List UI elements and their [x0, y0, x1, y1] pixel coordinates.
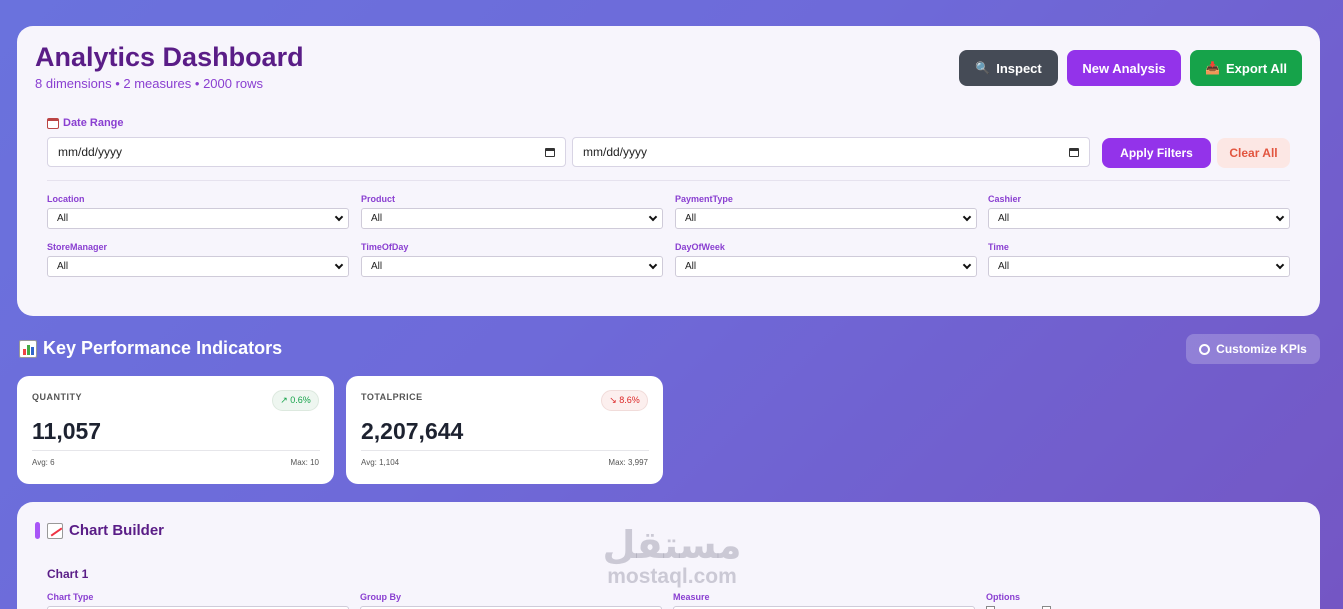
gear-icon [1199, 343, 1211, 355]
calendar-picker-icon[interactable] [1069, 147, 1079, 157]
filter-select-value: All [685, 261, 697, 272]
kpi-change-badge: ↘ 8.6% [601, 390, 648, 411]
field-label-measure: Measure [673, 592, 710, 602]
filter-label-cashier: Cashier [988, 194, 1022, 204]
start-date-input[interactable]: mm/dd/yyyy [47, 137, 566, 167]
filter-label-time: Time [988, 242, 1009, 252]
filters-panel: Analytics Dashboard 8 dimensions • 2 mea… [17, 26, 1320, 316]
watermark: مستقل mostaql.com [591, 524, 753, 588]
dataset-summary: 8 dimensions • 2 measures • 2000 rows [35, 76, 264, 91]
clear-all-button[interactable]: Clear All [1217, 138, 1290, 168]
filter-select-value: All [998, 261, 1010, 272]
field-label-chart-type: Chart Type [47, 592, 94, 602]
inspect-button-label: Inspect [996, 60, 1042, 76]
date-range-label: Date Range [47, 117, 124, 129]
filter-label-paymenttype: PaymentType [675, 194, 733, 204]
inspect-button[interactable]: 🔍 Inspect [959, 50, 1058, 86]
kpi-label: QUANTITY [32, 392, 82, 402]
chevron-down-icon [1275, 260, 1285, 270]
chart-builder-heading: Chart Builder [47, 522, 164, 539]
export-all-button[interactable]: 📥 Export All [1190, 50, 1302, 86]
filter-select-cashier[interactable]: All [988, 208, 1290, 229]
kpi-value: 2,207,644 [361, 418, 464, 444]
divider [47, 180, 1290, 181]
kpi-change-badge: ↗ 0.6% [272, 390, 319, 411]
filter-select-paymenttype[interactable]: All [675, 208, 977, 229]
kpi-avg: Avg: 1,104 [361, 458, 400, 467]
field-label-options: Options [986, 592, 1020, 602]
section-accent-bar [35, 522, 40, 539]
chevron-down-icon [648, 260, 658, 270]
calendar-picker-icon[interactable] [545, 147, 555, 157]
chart-builder-title: Chart Builder [69, 522, 165, 539]
download-tray-icon: 📥 [1205, 61, 1221, 75]
new-analysis-button[interactable]: New Analysis [1067, 50, 1181, 86]
watermark-latin: mostaql.com [607, 565, 737, 588]
filter-select-value: All [371, 213, 383, 224]
filter-select-value: All [57, 213, 69, 224]
export-all-button-label: Export All [1226, 60, 1287, 76]
filter-select-product[interactable]: All [361, 208, 663, 229]
end-date-placeholder: mm/dd/yyyy [583, 145, 648, 159]
chevron-down-icon [962, 212, 972, 222]
filter-label-timeofday: TimeOfDay [361, 242, 409, 252]
kpi-max: Max: 10 [290, 458, 319, 467]
filter-select-timeofday[interactable]: All [361, 256, 663, 277]
chart-name: Chart 1 [47, 567, 89, 581]
trending-chart-icon [47, 522, 63, 539]
chevron-down-icon [962, 260, 972, 270]
kpi-card-quantity: QUANTITY ↗ 0.6% 11,057 Avg: 6 Max: 10 [17, 376, 334, 484]
filter-label-storemanager: StoreManager [47, 242, 108, 252]
divider [361, 450, 649, 451]
customize-kpis-label: Customize KPIs [1216, 342, 1307, 356]
filter-select-value: All [998, 213, 1010, 224]
kpi-section-heading: Key Performance Indicators [19, 338, 282, 359]
filter-label-product: Product [361, 194, 396, 204]
start-date-placeholder: mm/dd/yyyy [58, 145, 123, 159]
filter-select-dayofweek[interactable]: All [675, 256, 977, 277]
bar-chart-icon [19, 339, 37, 358]
new-analysis-button-label: New Analysis [1082, 60, 1166, 76]
kpi-section-title: Key Performance Indicators [43, 338, 283, 358]
filter-select-value: All [371, 261, 383, 272]
filter-label-dayofweek: DayOfWeek [675, 242, 725, 252]
filter-select-time[interactable]: All [988, 256, 1290, 277]
filter-select-storemanager[interactable]: All [47, 256, 349, 277]
end-date-input[interactable]: mm/dd/yyyy [572, 137, 1090, 167]
kpi-label: TOTALPRICE [361, 392, 423, 402]
magnifier-icon: 🔍 [975, 61, 991, 75]
chevron-down-icon [1275, 212, 1285, 222]
chevron-down-icon [334, 212, 344, 222]
chevron-down-icon [648, 212, 658, 222]
watermark-arabic: مستقل [602, 523, 742, 567]
filter-select-value: All [685, 213, 697, 224]
chevron-down-icon [334, 260, 344, 270]
apply-filters-button[interactable]: Apply Filters [1102, 138, 1211, 168]
page-title: Analytics Dashboard [35, 42, 304, 72]
filter-select-value: All [57, 261, 69, 272]
kpi-value: 11,057 [32, 418, 102, 444]
field-label-group-by: Group By [360, 592, 402, 602]
kpi-avg: Avg: 6 [32, 458, 55, 467]
filter-select-location[interactable]: All [47, 208, 349, 229]
date-range-label-text: Date Range [63, 117, 124, 129]
kpi-card-totalprice: TOTALPRICE ↘ 8.6% 2,207,644 Avg: 1,104 M… [346, 376, 663, 484]
kpi-max: Max: 3,997 [608, 458, 648, 467]
customize-kpis-button[interactable]: Customize KPIs [1186, 334, 1320, 364]
filter-label-location: Location [47, 194, 85, 204]
calendar-icon [47, 117, 59, 129]
divider [32, 450, 320, 451]
